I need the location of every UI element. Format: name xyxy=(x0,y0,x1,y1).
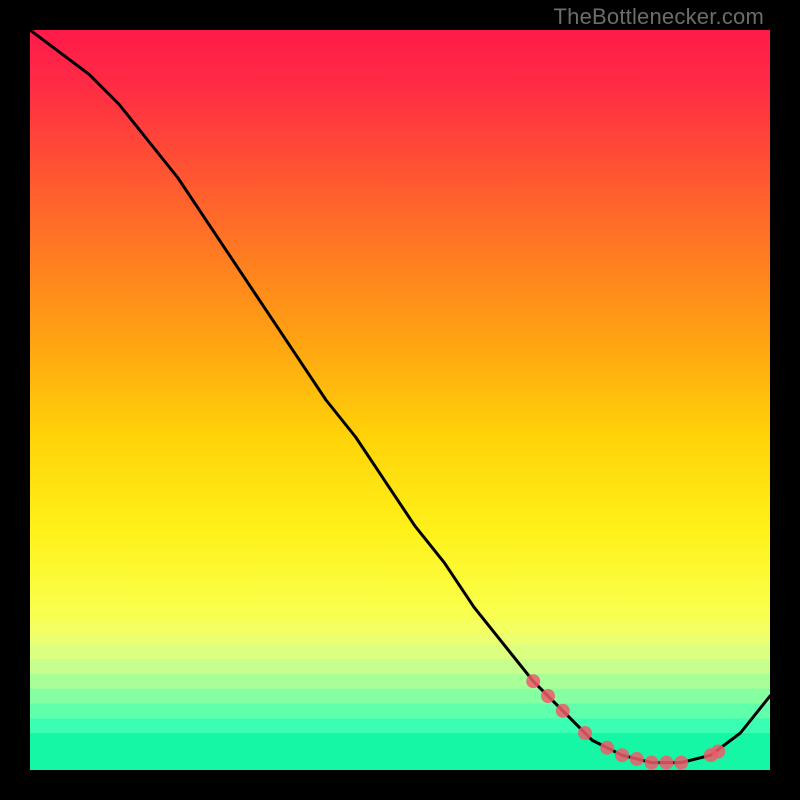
chart-marker xyxy=(630,752,644,766)
chart-bottom-band xyxy=(30,622,770,770)
chart-marker xyxy=(600,741,614,755)
watermark-text: TheBottlenecker.com xyxy=(554,4,764,30)
chart-plot-area xyxy=(30,30,770,770)
chart-svg xyxy=(30,30,770,770)
chart-marker xyxy=(526,674,540,688)
chart-marker xyxy=(541,689,555,703)
chart-marker xyxy=(659,756,673,770)
chart-marker xyxy=(674,756,688,770)
chart-marker xyxy=(578,726,592,740)
chart-marker xyxy=(615,748,629,762)
chart-marker xyxy=(556,704,570,718)
chart-marker xyxy=(645,756,659,770)
chart-marker xyxy=(711,745,725,759)
